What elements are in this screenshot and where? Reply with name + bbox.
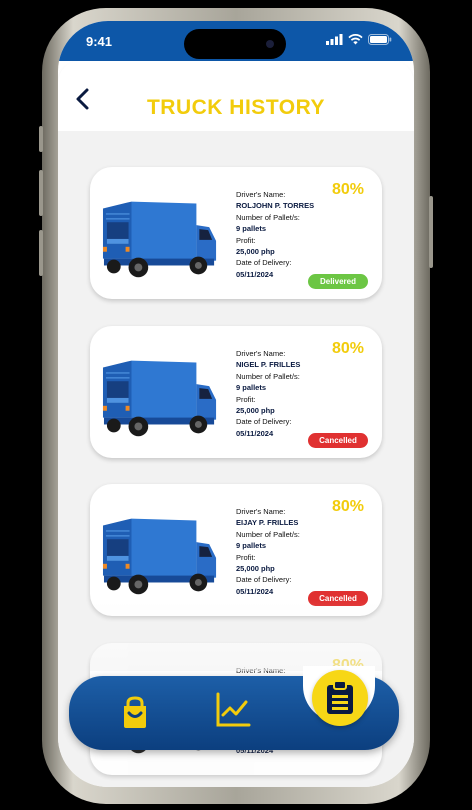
driver-name: EIJAY P. FRILLES <box>236 518 299 528</box>
wifi-icon <box>348 34 363 45</box>
mute-switch <box>39 126 43 152</box>
shopping-bag-icon[interactable] <box>115 693 155 733</box>
status-icons <box>326 34 392 45</box>
truck-image <box>102 201 217 278</box>
driver-label: Driver's Name: <box>236 507 286 516</box>
pallets-label: Number of Pallet/s: <box>236 529 300 539</box>
delivery-date-label: Date of Delivery: <box>236 258 292 268</box>
profit-value: 25,000 php <box>236 564 275 574</box>
pallet-count: 9 pallets <box>236 383 267 393</box>
status-time: 9:41 <box>86 34 113 49</box>
delivery-card[interactable]: 80% Driver's Name: ROLJOHN P. TORRES Number… <box>90 167 382 299</box>
dynamic-island <box>184 29 286 59</box>
driver-name: ROLJOHN P. TORRES <box>236 201 315 211</box>
line-chart-icon[interactable] <box>213 690 253 730</box>
pallets-label: Number of Pallet/s: <box>236 371 300 381</box>
delivery-card[interactable]: 80% Driver's Name: NIGEL P. FRILLES Number … <box>90 326 382 458</box>
status-badge: Delivered <box>308 274 368 289</box>
list-fade <box>90 601 382 671</box>
nav-item-active[interactable] <box>312 670 368 726</box>
delivery-card[interactable]: 80% Driver's Name: EIJAY P. FRILLES Number … <box>90 484 382 616</box>
signal-icon <box>326 34 343 45</box>
app-header: TRUCK HISTORY <box>58 61 414 131</box>
profit-label: Profit: <box>236 394 256 404</box>
power-button <box>429 196 433 268</box>
volume-down-button <box>39 230 43 276</box>
delivery-info: Driver's Name: EIJAY P. FRILLES Number of … <box>236 506 366 597</box>
bottom-navigation <box>69 666 399 750</box>
status-badge: Cancelled <box>308 433 368 448</box>
truck-image <box>102 518 217 595</box>
profit-value: 25,000 php <box>236 247 275 257</box>
volume-up-button <box>39 170 43 216</box>
delivery-date-label: Date of Delivery: <box>236 417 292 427</box>
truck-image <box>102 360 217 437</box>
battery-icon <box>368 34 392 45</box>
driver-label: Driver's Name: <box>236 349 286 358</box>
status-bar: 9:41 <box>58 21 414 61</box>
profit-label: Profit: <box>236 235 256 245</box>
page-title: TRUCK HISTORY <box>146 96 325 119</box>
profit-value: 25,000 php <box>236 406 275 416</box>
pallets-label: Number of Pallet/s: <box>236 212 300 222</box>
delivery-info: Driver's Name: ROLJOHN P. TORRES Number of… <box>236 189 366 280</box>
camera-icon <box>266 40 274 48</box>
driver-name: NIGEL P. FRILLES <box>236 360 301 370</box>
driver-label: Driver's Name: <box>236 190 286 199</box>
delivery-date-label: Date of Delivery: <box>236 575 292 585</box>
phone-screen: 9:41 TRUCK HISTORY 80% Driver's Name: RO… <box>58 21 414 787</box>
pallet-count: 9 pallets <box>236 224 267 234</box>
profit-label: Profit: <box>236 552 256 562</box>
clipboard-icon <box>327 680 353 714</box>
pallet-count: 9 pallets <box>236 541 267 551</box>
delivery-info: Driver's Name: NIGEL P. FRILLES Number of … <box>236 348 366 439</box>
